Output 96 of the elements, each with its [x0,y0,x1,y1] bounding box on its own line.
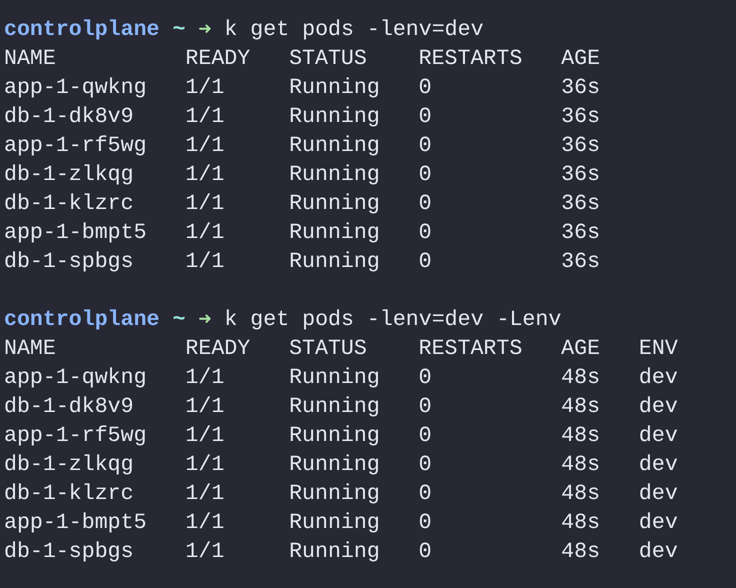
table-cell: 0 [418,452,432,476]
table-cell: db-1-klzrc [4,482,134,506]
column-header: ENV [638,336,678,360]
prompt-host: controlplane [4,18,160,42]
table-cell: Running [289,104,380,128]
table-cell: Running [289,250,380,274]
column-header: READY [185,46,250,70]
table-cell: 0 [418,192,432,216]
table-cell: Running [289,394,380,418]
table-cell: Running [289,220,380,244]
table-cell: 36s [561,162,600,186]
column-header: RESTARTS [418,46,522,70]
table-cell: app-1-rf5wg [4,134,147,158]
table-cell: dev [638,394,678,418]
table-cell: 1/1 [185,134,224,158]
table-cell: 0 [418,220,432,244]
table-cell: app-1-bmpt5 [4,220,147,244]
prompt-directory: ~ [172,308,186,332]
table-cell: 36s [561,76,600,100]
table-cell: Running [289,76,380,100]
table-cell: 0 [418,424,432,448]
table-cell: 36s [561,250,600,274]
table-cell: db-1-spbgs [4,540,134,564]
table-cell: Running [289,192,380,216]
table-cell: 36s [561,192,600,216]
table-cell: Running [289,134,380,158]
column-header: NAME [4,336,56,360]
table-cell: 48s [561,452,600,476]
table-cell: Running [289,510,380,534]
table-cell: 36s [561,134,600,158]
table-cell: db-1-dk8v9 [4,104,134,128]
table-cell: 0 [418,76,432,100]
prompt-arrow: ➜ [198,18,212,42]
table-cell: dev [638,482,678,506]
table-cell: 36s [561,104,600,128]
table-cell: 0 [418,104,432,128]
column-header: NAME [4,46,56,70]
table-cell: Running [289,162,380,186]
table-cell: 1/1 [185,424,224,448]
table-cell: 1/1 [185,250,224,274]
column-header: RESTARTS [418,336,522,360]
table-cell: 1/1 [185,76,224,100]
table-cell: app-1-qwkng [4,76,147,100]
column-header: STATUS [289,46,367,70]
table-cell: app-1-bmpt5 [4,510,147,534]
prompt-host: controlplane [4,308,160,332]
table-cell: 1/1 [185,220,224,244]
column-header: READY [185,336,250,360]
table-cell: 48s [561,510,600,534]
table-cell: db-1-zlkqg [4,162,134,186]
table-cell: dev [638,452,678,476]
table-cell: Running [289,366,380,390]
table-cell: 48s [561,482,600,506]
command-text: k get pods -lenv=dev [224,18,484,42]
table-cell: 1/1 [185,510,224,534]
table-cell: 1/1 [185,162,224,186]
table-cell: Running [289,482,380,506]
table-cell: db-1-spbgs [4,250,134,274]
table-cell: 1/1 [185,394,224,418]
table-cell: 1/1 [185,104,224,128]
table-cell: 1/1 [185,192,224,216]
table-cell: Running [289,424,380,448]
table-cell: 0 [418,482,432,506]
table-cell: Running [289,540,380,564]
table-cell: 1/1 [185,452,224,476]
prompt-directory: ~ [172,18,186,42]
table-cell: 1/1 [185,540,224,564]
table-cell: 0 [418,366,432,390]
column-header: AGE [561,46,600,70]
table-cell: dev [638,540,678,564]
table-cell: app-1-qwkng [4,366,147,390]
table-cell: 48s [561,366,600,390]
table-cell: 48s [561,394,600,418]
table-cell: db-1-klzrc [4,192,134,216]
table-cell: 0 [418,162,432,186]
table-cell: dev [638,510,678,534]
table-cell: 36s [561,220,600,244]
table-cell: app-1-rf5wg [4,424,147,448]
command-text: k get pods -lenv=dev -Lenv [224,308,562,332]
prompt-arrow: ➜ [198,308,212,332]
table-cell: 0 [418,394,432,418]
table-cell: 48s [561,540,600,564]
table-cell: dev [638,424,678,448]
table-cell: 0 [418,510,432,534]
table-cell: 48s [561,424,600,448]
table-cell: db-1-zlkqg [4,452,134,476]
table-cell: Running [289,452,380,476]
table-cell: 0 [418,540,432,564]
table-cell: 1/1 [185,366,224,390]
table-cell: db-1-dk8v9 [4,394,134,418]
table-cell: 0 [418,250,432,274]
table-cell: 1/1 [185,482,224,506]
column-header: AGE [561,336,600,360]
column-header: STATUS [289,336,367,360]
table-cell: 0 [418,134,432,158]
table-cell: dev [638,366,678,390]
